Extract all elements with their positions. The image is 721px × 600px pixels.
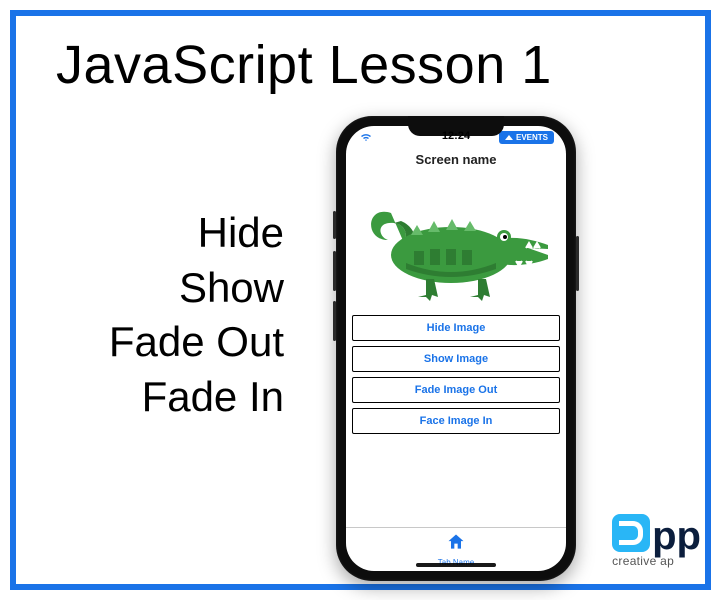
home-indicator [416, 563, 496, 567]
events-label: EVENTS [516, 133, 548, 142]
action-list: Hide Show Fade Out Fade In [54, 206, 284, 424]
brand-logo: pp creative ap [612, 514, 701, 568]
phone-side-button [333, 211, 336, 239]
wifi-icon [360, 132, 372, 142]
phone-side-button [576, 236, 579, 291]
phone-mockup: 12:24 EVENTS Screen name [336, 116, 576, 581]
hide-image-button[interactable]: Hide Image [352, 315, 560, 341]
action-fade-in: Fade In [54, 370, 284, 425]
brand-mark: pp [612, 514, 701, 552]
action-hide: Hide [54, 206, 284, 261]
brand-letters: pp [652, 520, 701, 552]
brand-tile-icon [612, 514, 650, 552]
face-image-in-button[interactable]: Face Image In [352, 408, 560, 434]
button-list: Hide Image Show Image Fade Image Out Fac… [346, 315, 566, 439]
action-fade-out: Fade Out [54, 315, 284, 370]
home-icon[interactable] [446, 532, 466, 557]
events-button[interactable]: EVENTS [499, 131, 554, 144]
image-container [346, 175, 566, 315]
phone-side-button [333, 301, 336, 341]
phone-screen: 12:24 EVENTS Screen name [346, 126, 566, 571]
show-image-button[interactable]: Show Image [352, 346, 560, 372]
screen-name-label: Screen name [346, 148, 566, 175]
fade-image-out-button[interactable]: Fade Image Out [352, 377, 560, 403]
crocodile-image [356, 185, 556, 305]
status-clock: 12:24 [442, 130, 470, 142]
phone-side-button [333, 251, 336, 291]
slide-frame: JavaScript Lesson 1 Hide Show Fade Out F… [10, 10, 711, 590]
action-show: Show [54, 261, 284, 316]
page-title: JavaScript Lesson 1 [56, 34, 552, 96]
